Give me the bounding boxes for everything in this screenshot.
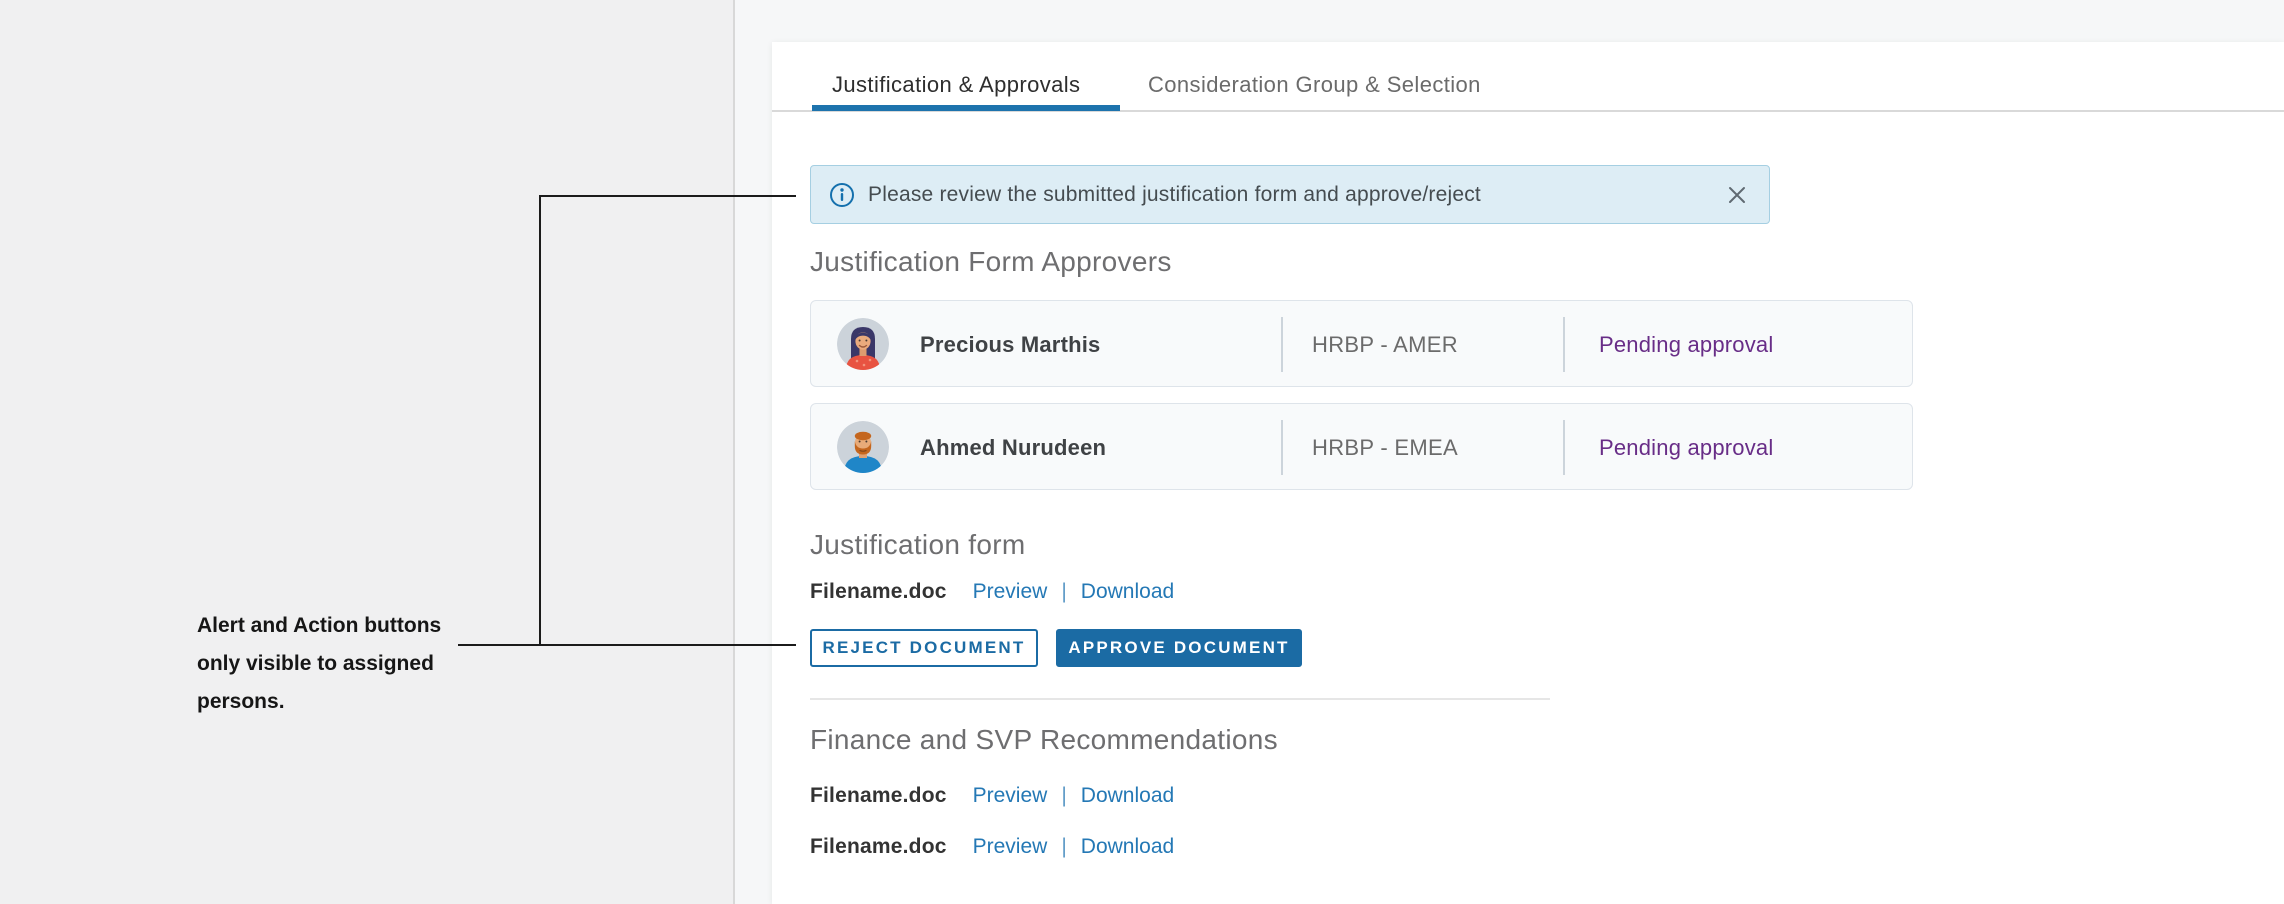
section-title-approvers: Justification Form Approvers [810, 246, 1172, 278]
approver-role: HRBP - EMEA [1312, 404, 1458, 491]
document-actions: REJECT DOCUMENT APPROVE DOCUMENT [810, 629, 1302, 667]
section-title-recommendations: Finance and SVP Recommendations [810, 724, 1278, 756]
female-avatar-icon [837, 318, 889, 370]
male-avatar-icon [837, 421, 889, 473]
connector-line-top [539, 195, 796, 197]
approver-name: Precious Marthis [920, 301, 1100, 388]
active-tab-underline [812, 105, 1120, 111]
card-separator [1563, 420, 1565, 475]
file-row: Filename.doc Preview | Download [810, 835, 1174, 859]
section-divider [810, 698, 1550, 700]
download-link[interactable]: Download [1081, 580, 1174, 604]
approve-document-button[interactable]: APPROVE DOCUMENT [1056, 629, 1302, 667]
link-separator: | [1061, 835, 1066, 859]
approver-name: Ahmed Nurudeen [920, 404, 1106, 491]
vertical-divider [733, 0, 735, 904]
link-separator: | [1061, 784, 1066, 808]
link-separator: | [1061, 580, 1066, 604]
main-panel: Justification & Approvals Consideration … [772, 42, 2284, 904]
annotation-line: only visible to assigned [197, 645, 441, 683]
close-icon[interactable] [1725, 183, 1749, 207]
annotation-note: Alert and Action buttons only visible to… [197, 607, 441, 721]
approver-row: Ahmed Nurudeen HRBP - EMEA Pending appro… [810, 403, 1913, 490]
tab-consideration-group-selection[interactable]: Consideration Group & Selection [1148, 72, 1481, 98]
connector-line-bottom [458, 644, 796, 646]
connector-line-vertical [539, 195, 541, 646]
card-separator [1281, 317, 1283, 372]
preview-link[interactable]: Preview [973, 580, 1048, 604]
tab-justification-approvals[interactable]: Justification & Approvals [832, 72, 1080, 98]
card-separator [1563, 317, 1565, 372]
file-name: Filename.doc [810, 835, 947, 859]
alert-message: Please review the submitted justificatio… [868, 183, 1481, 207]
approver-role: HRBP - AMER [1312, 301, 1458, 388]
approver-row: Precious Marthis HRBP - AMER Pending app… [810, 300, 1913, 387]
download-link[interactable]: Download [1081, 784, 1174, 808]
file-name: Filename.doc [810, 580, 947, 604]
reject-document-button[interactable]: REJECT DOCUMENT [810, 629, 1038, 667]
approver-status: Pending approval [1599, 404, 1773, 491]
approver-status: Pending approval [1599, 301, 1773, 388]
info-alert: Please review the submitted justificatio… [810, 165, 1770, 224]
file-row: Filename.doc Preview | Download [810, 580, 1174, 604]
file-row: Filename.doc Preview | Download [810, 784, 1174, 808]
annotation-line: persons. [197, 683, 441, 721]
preview-link[interactable]: Preview [973, 835, 1048, 859]
info-circle-icon [829, 182, 855, 208]
download-link[interactable]: Download [1081, 835, 1174, 859]
preview-link[interactable]: Preview [973, 784, 1048, 808]
file-name: Filename.doc [810, 784, 947, 808]
card-separator [1281, 420, 1283, 475]
section-title-justification-form: Justification form [810, 529, 1025, 561]
annotation-line: Alert and Action buttons [197, 607, 441, 645]
